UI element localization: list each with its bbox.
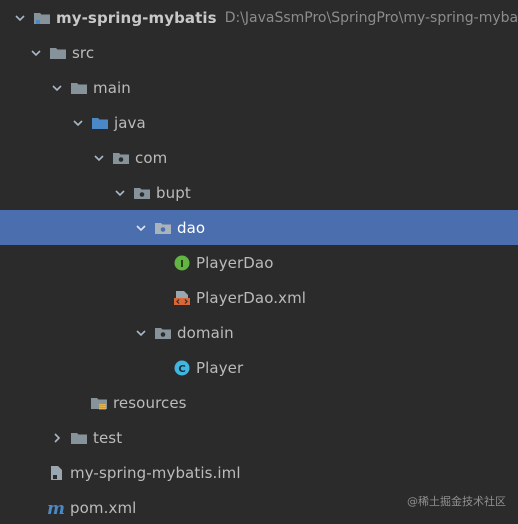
- tree-item-label: PlayerDao.xml: [196, 288, 307, 307]
- iml-file-icon: [47, 465, 65, 481]
- tree-row-player[interactable]: C Player: [0, 350, 518, 385]
- package-icon: [133, 185, 151, 201]
- chevron-down-icon[interactable]: [135, 327, 147, 339]
- project-tree: my-spring-mybatis D:\JavaSsmPro\SpringPr…: [0, 0, 518, 524]
- maven-glyph: m: [47, 500, 65, 516]
- tree-row-com[interactable]: com: [0, 140, 518, 175]
- xml-file-icon: [173, 290, 191, 306]
- chevron-right-icon[interactable]: [51, 432, 63, 444]
- tree-row-dao[interactable]: dao: [0, 210, 518, 245]
- interface-icon: I: [173, 255, 191, 271]
- tree-row-iml[interactable]: my-spring-mybatis.iml: [0, 455, 518, 490]
- chevron-down-icon[interactable]: [114, 187, 126, 199]
- package-icon: [112, 150, 130, 166]
- chevron-down-icon[interactable]: [30, 47, 42, 59]
- tree-item-label: main: [93, 78, 131, 97]
- watermark-text: @稀土掘金技术社区: [407, 495, 506, 508]
- chevron-down-icon[interactable]: [72, 117, 84, 129]
- tree-row-main[interactable]: main: [0, 70, 518, 105]
- tree-row-bupt[interactable]: bupt: [0, 175, 518, 210]
- tree-row-playerdao-xml[interactable]: PlayerDao.xml: [0, 280, 518, 315]
- interface-glyph: I: [180, 259, 184, 270]
- class-glyph: C: [178, 364, 185, 375]
- package-icon: [154, 220, 172, 236]
- class-icon: C: [173, 360, 191, 376]
- root-module-name: my-spring-mybatis: [56, 8, 217, 27]
- folder-icon: [70, 80, 88, 96]
- package-icon: [154, 325, 172, 341]
- resources-folder-icon: [90, 395, 108, 411]
- tree-item-label: PlayerDao: [196, 253, 274, 272]
- root-module-path: D:\JavaSsmPro\SpringPro\my-spring-mybat: [224, 9, 518, 26]
- tree-item-label: resources: [113, 393, 187, 412]
- tree-row-src[interactable]: src: [0, 35, 518, 70]
- tree-row-java[interactable]: java: [0, 105, 518, 140]
- chevron-down-icon[interactable]: [14, 12, 26, 24]
- folder-icon: [70, 430, 88, 446]
- module-folder-icon: [33, 10, 51, 26]
- tree-item-label: Player: [196, 358, 244, 377]
- chevron-down-icon[interactable]: [51, 82, 63, 94]
- tree-item-label: domain: [177, 323, 234, 342]
- tree-row-resources[interactable]: resources: [0, 385, 518, 420]
- tree-item-label: my-spring-mybatis.iml: [70, 463, 241, 482]
- tree-item-label: src: [72, 43, 95, 62]
- tree-row-root[interactable]: my-spring-mybatis D:\JavaSsmPro\SpringPr…: [0, 0, 518, 35]
- tree-item-label: pom.xml: [70, 498, 137, 517]
- tree-row-domain[interactable]: domain: [0, 315, 518, 350]
- tree-row-test[interactable]: test: [0, 420, 518, 455]
- tree-item-label: com: [135, 148, 168, 167]
- source-folder-icon: [91, 115, 109, 131]
- tree-item-label: test: [93, 428, 123, 447]
- tree-item-label: dao: [177, 218, 206, 237]
- tree-row-playerdao[interactable]: I PlayerDao: [0, 245, 518, 280]
- chevron-down-icon[interactable]: [135, 222, 147, 234]
- chevron-down-icon[interactable]: [93, 152, 105, 164]
- tree-item-label: bupt: [156, 183, 191, 202]
- folder-icon: [49, 45, 67, 61]
- tree-item-label: java: [114, 113, 146, 132]
- maven-icon: m: [47, 500, 65, 516]
